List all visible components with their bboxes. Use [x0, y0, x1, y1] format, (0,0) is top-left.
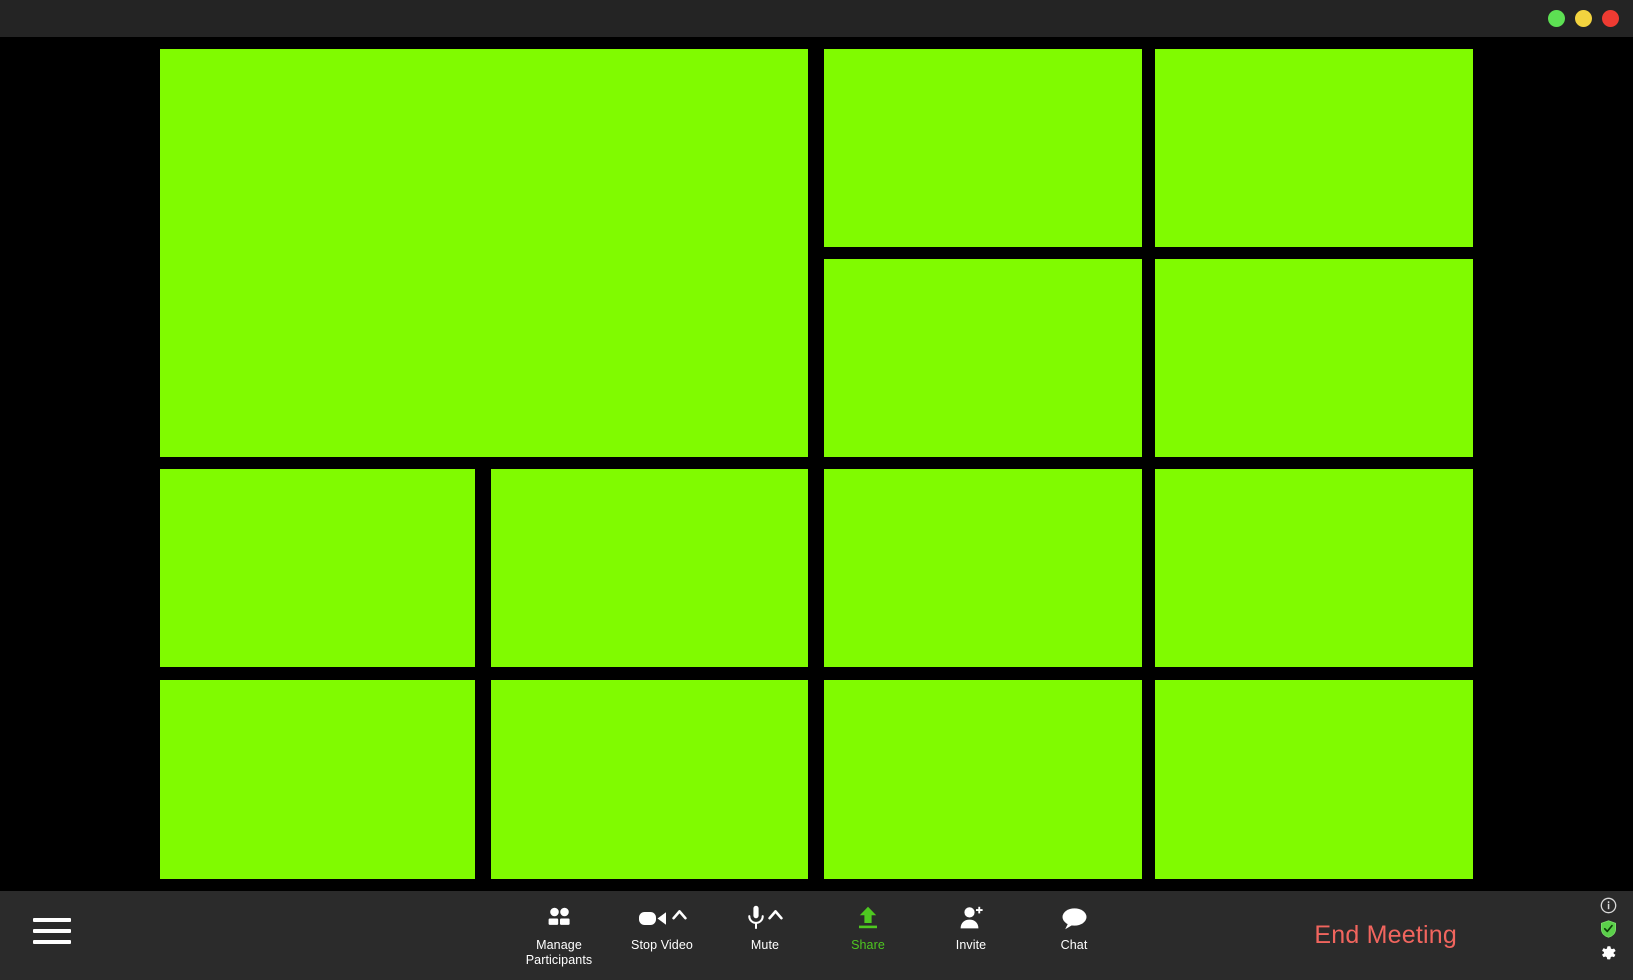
participants-icon	[544, 901, 574, 935]
microphone-icon	[747, 901, 783, 935]
video-tile-12[interactable]	[824, 680, 1142, 879]
meeting-toolbar: Manage Participants Stop Video Mute Share Inv…	[0, 891, 1633, 980]
window-minimize-button[interactable]	[1575, 10, 1592, 27]
shield-icon[interactable]	[1600, 920, 1617, 938]
toolbar-corner-icons	[1599, 897, 1617, 962]
chevron-up-icon[interactable]	[768, 909, 783, 920]
share-screen-icon	[855, 901, 881, 935]
add-person-icon	[958, 901, 985, 935]
video-tile-1[interactable]	[160, 49, 808, 457]
hamburger-bar	[33, 918, 71, 922]
toolbar-button-mute[interactable]: Mute	[714, 901, 817, 953]
chat-bubble-icon	[1061, 901, 1088, 935]
video-tile-5[interactable]	[1155, 259, 1473, 457]
video-tile-4[interactable]	[824, 259, 1142, 457]
toolbar-button-stop-video[interactable]: Stop Video	[611, 901, 714, 953]
toolbar-button-share[interactable]: Share	[817, 901, 920, 953]
video-tile-13[interactable]	[1155, 680, 1473, 879]
video-tile-3[interactable]	[1155, 49, 1473, 247]
toolbar-button-manage-participants[interactable]: Manage Participants	[508, 901, 611, 968]
window-close-button[interactable]	[1602, 10, 1619, 27]
settings-gear-icon[interactable]	[1599, 944, 1617, 962]
video-tile-10[interactable]	[160, 680, 475, 879]
info-icon[interactable]	[1600, 897, 1617, 914]
toolbar-label-mute: Mute	[750, 938, 780, 952]
hamburger-bar	[33, 929, 71, 933]
end-meeting-label: End Meeting	[1314, 921, 1457, 949]
toolbar-label-stop-video: Stop Video	[631, 938, 693, 952]
toolbar-center-items: Manage Participants Stop Video Mute Share Inv…	[508, 891, 1126, 980]
toolbar-label-invite: Invite	[955, 938, 987, 952]
video-tile-2[interactable]	[824, 49, 1142, 247]
hamburger-bar	[33, 940, 71, 944]
video-tile-11[interactable]	[491, 680, 808, 879]
video-tile-6[interactable]	[160, 469, 475, 667]
toolbar-label-chat: Chat	[1060, 938, 1088, 952]
toolbar-button-chat[interactable]: Chat	[1023, 901, 1126, 953]
video-tile-8[interactable]	[824, 469, 1142, 667]
video-tile-9[interactable]	[1155, 469, 1473, 667]
video-grid	[0, 37, 1633, 883]
chevron-up-icon[interactable]	[671, 909, 687, 920]
title-bar	[0, 0, 1633, 37]
end-meeting-button[interactable]: End Meeting	[1314, 891, 1457, 980]
video-camera-icon	[638, 901, 687, 935]
window-maximize-button[interactable]	[1548, 10, 1565, 27]
window-controls	[1548, 0, 1619, 37]
toolbar-button-invite[interactable]: Invite	[920, 901, 1023, 953]
menu-hamburger-icon[interactable]	[33, 911, 77, 951]
toolbar-label-share: Share	[851, 938, 885, 952]
video-tile-7[interactable]	[491, 469, 808, 667]
toolbar-label-manage-participants: Manage Participants	[525, 938, 593, 967]
